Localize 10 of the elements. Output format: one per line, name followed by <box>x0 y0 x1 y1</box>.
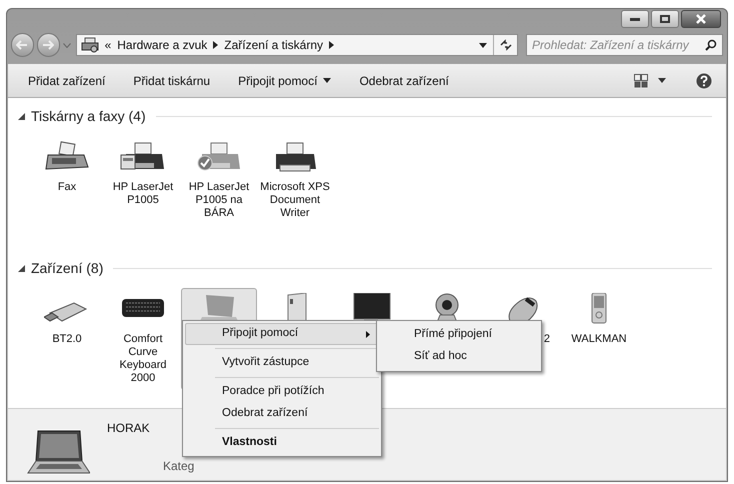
device-label: Microsoft XPS Document Writer <box>259 181 331 220</box>
device-label: Comfort Curve Keyboard 2000 <box>118 333 168 385</box>
device-label: 2 <box>542 333 551 346</box>
device-name: HORAK <box>107 420 150 437</box>
device-label: BT2.0 <box>51 333 83 346</box>
device-category: Kateg <box>163 458 194 475</box>
device-label: HP LaserJet P1005 na BÁRA <box>188 181 250 220</box>
device-label: HP LaserJet P1005 <box>112 181 174 207</box>
device-label: WALKMAN <box>570 333 628 346</box>
device-label: Fax <box>56 181 78 194</box>
